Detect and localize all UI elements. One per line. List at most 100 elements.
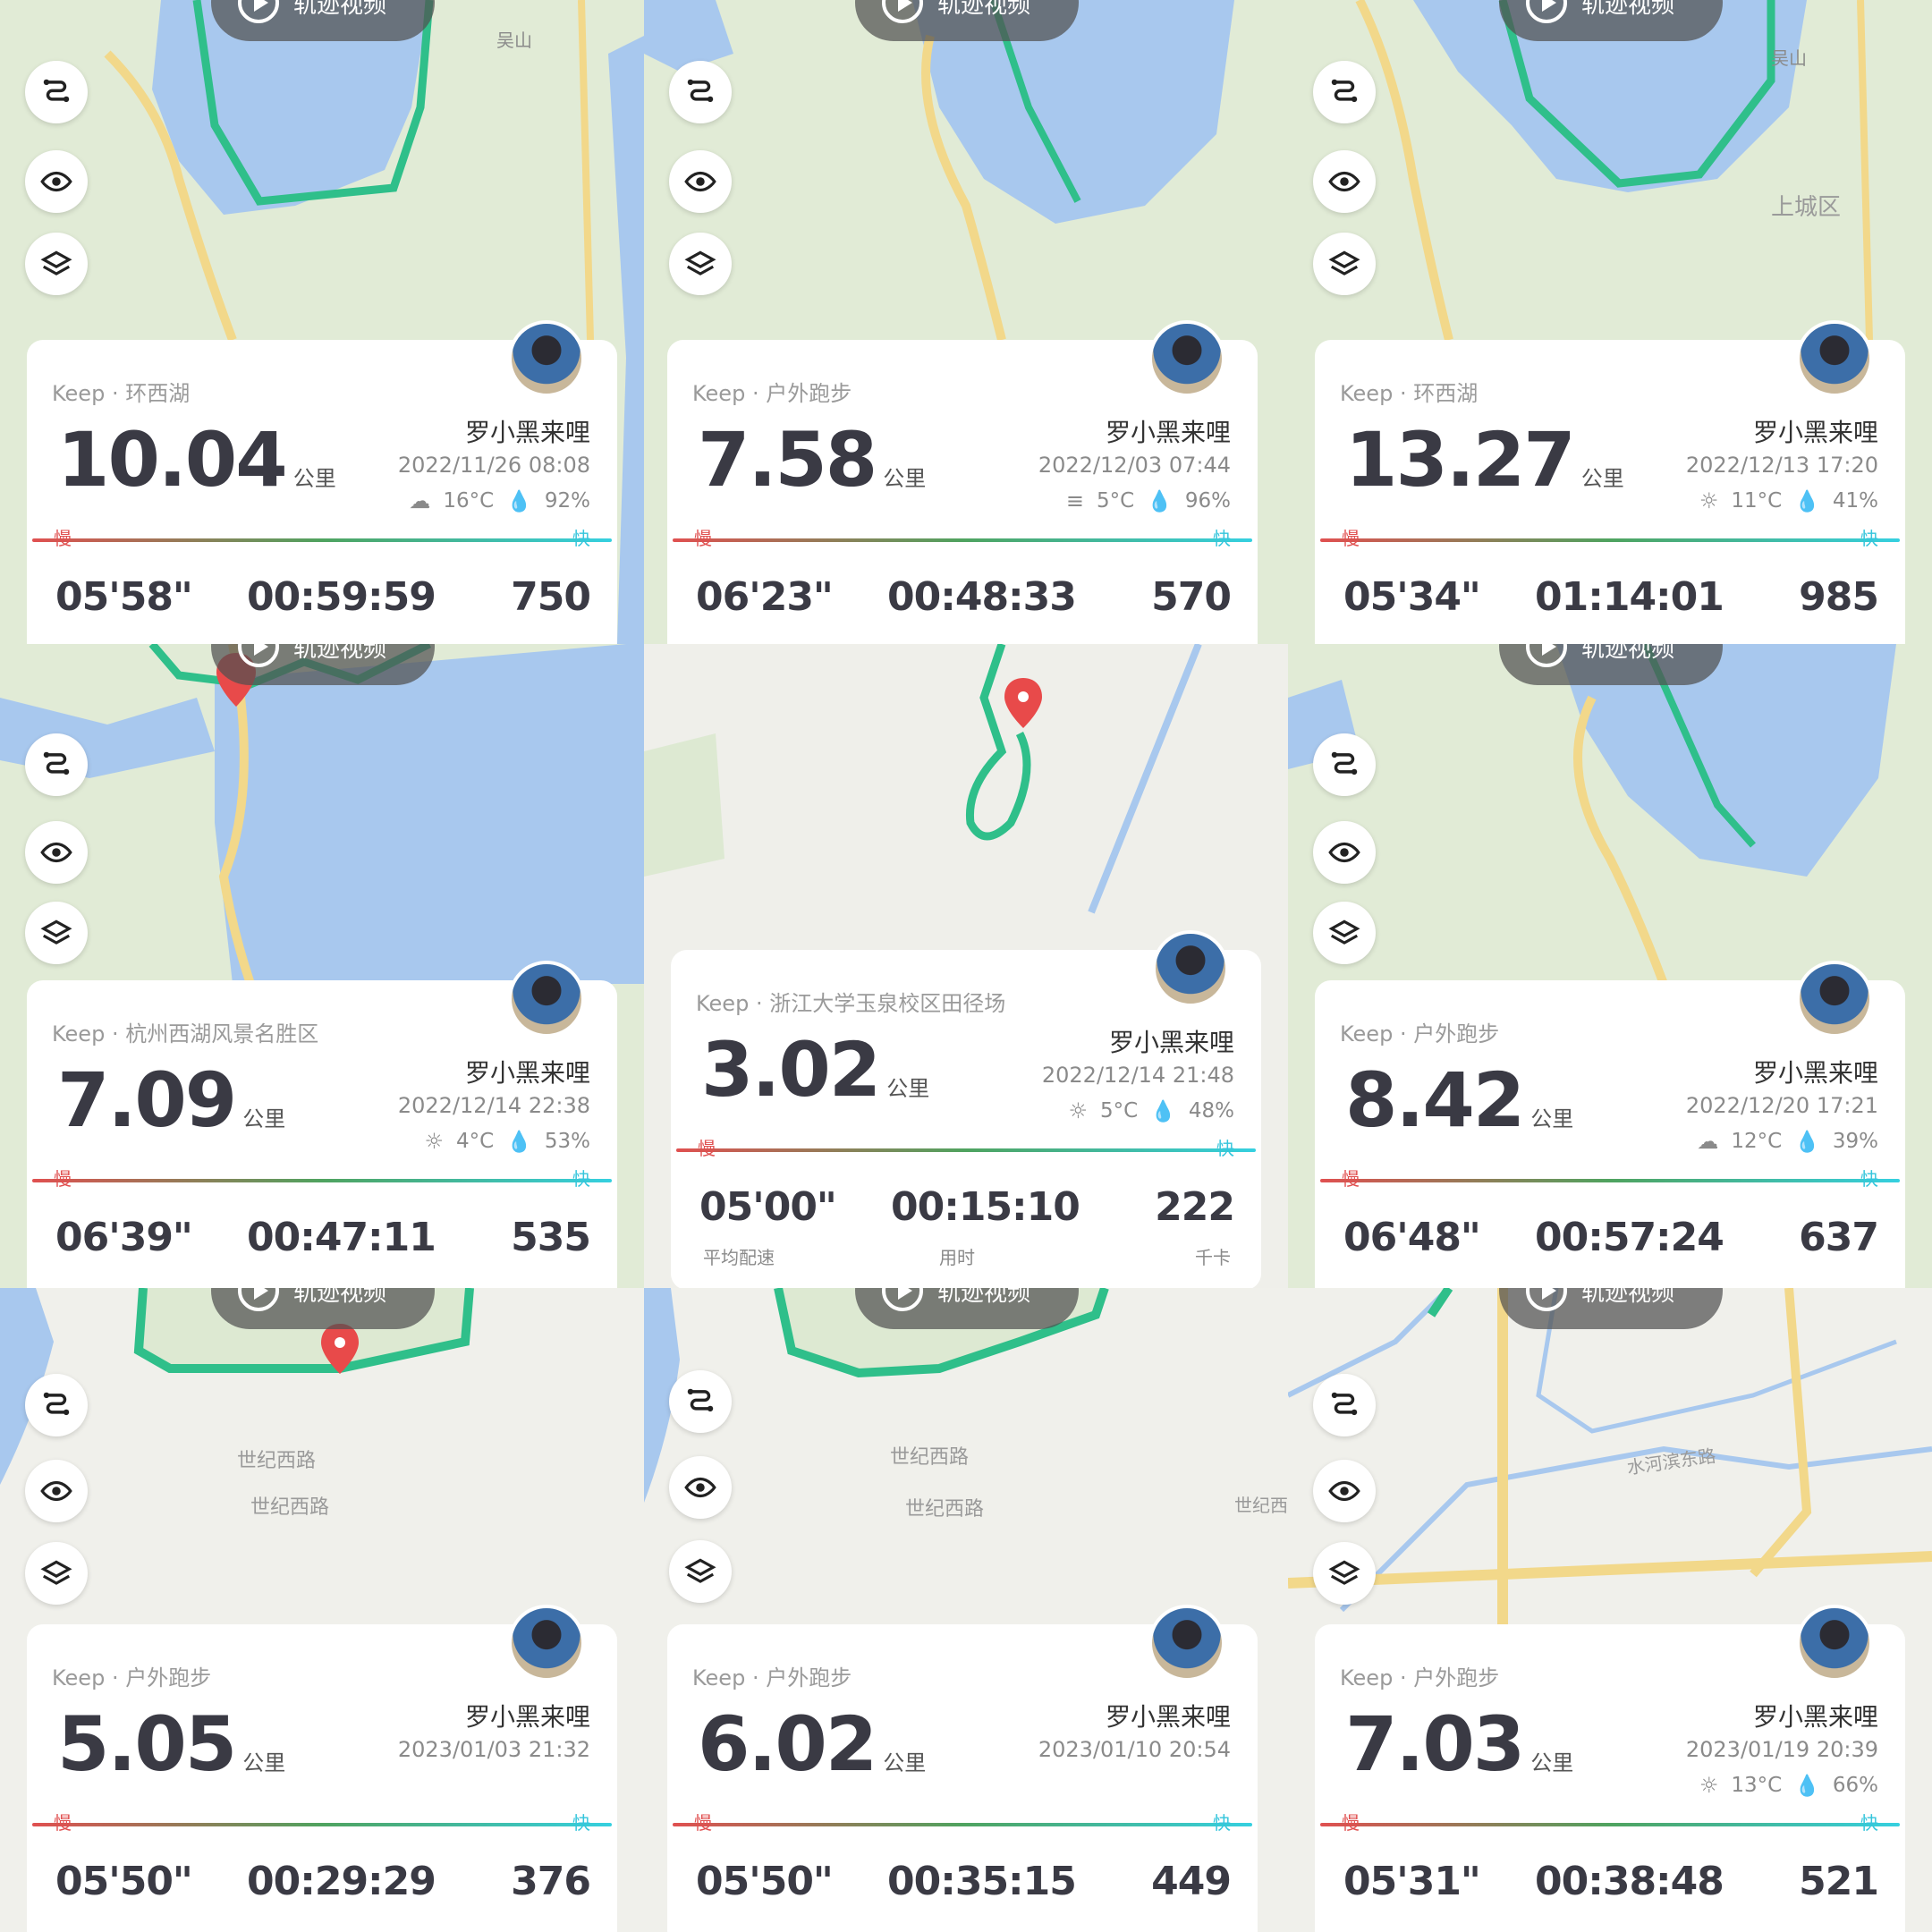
user-name: 罗小黑来哩 [1752, 1702, 1878, 1732]
replay-label: 轨迹视频 [293, 0, 387, 19]
weather-icon: ☼ [1699, 1773, 1719, 1798]
duration-value: 00:15:10 [891, 1184, 1080, 1230]
duration-value: 00:48:33 [887, 574, 1077, 620]
weather-info: ☼ 4°C 💧 53% [424, 1129, 590, 1154]
activity-card[interactable]: Keep · 户外跑步 8.42 公里 罗小黑来哩 2022/12/20 17:2… [1315, 961, 1905, 1288]
speed-scale: 慢快 [1320, 1168, 1900, 1190]
speed-scale: 慢快 [1320, 1812, 1900, 1834]
activity-card[interactable]: Keep · 户外跑步 7.03 公里 罗小黑来哩 2023/01/19 20:3… [1315, 1605, 1905, 1932]
humidity-icon: 💧 [506, 489, 532, 513]
screenshot-grid: 吴山 轨迹视频 Keep · 环西湖 10.04 公里 罗小黑来哩 2022/11… [0, 0, 1932, 1932]
user-name: 罗小黑来哩 [1105, 1702, 1231, 1732]
replay-video-button[interactable]: 轨迹视频 [1499, 644, 1723, 685]
layers-button[interactable] [25, 1542, 88, 1605]
layers-button[interactable] [669, 1540, 732, 1603]
map-label-wushan: 吴山 [496, 30, 532, 51]
activity-source: Keep · 户外跑步 [1340, 1665, 1500, 1690]
layers-button[interactable] [25, 902, 88, 964]
visibility-button[interactable] [1313, 821, 1376, 884]
replay-video-button[interactable]: 轨迹视频 [1499, 0, 1723, 41]
activity-tile-1: 吴山 轨迹视频 Keep · 环西湖 10.04 公里 罗小黑来哩 2022/11… [0, 0, 644, 644]
pace-label: 平均配速 [703, 1247, 775, 1268]
pace-value: 05'00" [699, 1184, 837, 1230]
pace-value: 06'48" [1343, 1215, 1481, 1260]
calories-value: 376 [511, 1859, 591, 1904]
activity-card[interactable]: Keep · 环西湖 13.27 公里 罗小黑来哩 2022/12/13 17:2… [1315, 320, 1905, 644]
weather-icon: ☁ [409, 488, 431, 513]
weather-info: ☼ 11°C 💧 41% [1699, 488, 1878, 513]
avatar[interactable] [1148, 320, 1225, 397]
visibility-button[interactable] [1313, 1460, 1376, 1522]
avatar[interactable] [1148, 1605, 1225, 1682]
eye-icon [684, 171, 716, 192]
visibility-button[interactable] [25, 821, 88, 884]
replay-video-button[interactable]: 轨迹视频 [211, 0, 435, 41]
replay-label: 轨迹视频 [1581, 0, 1675, 19]
weather-info: ☼ 13°C 💧 66% [1699, 1773, 1878, 1798]
distance-value: 6.02 公里 [698, 1700, 927, 1788]
layers-button[interactable] [1313, 1542, 1376, 1605]
user-name: 罗小黑来哩 [464, 418, 590, 447]
route-button[interactable] [1313, 1374, 1376, 1436]
activity-card[interactable]: Keep · 浙江大学玉泉校区田径场 3.02 公里 罗小黑来哩 2022/12/… [671, 930, 1261, 1288]
route-button[interactable] [669, 61, 732, 123]
map-label-wushan: 吴山 [1771, 47, 1807, 69]
avatar[interactable] [508, 961, 585, 1038]
duration-value: 00:47:11 [247, 1215, 436, 1260]
activity-card[interactable]: Keep · 户外跑步 5.05 公里 罗小黑来哩 2023/01/03 21:3… [27, 1605, 617, 1932]
weather-info: ☁ 16°C 💧 92% [409, 488, 590, 513]
activity-card[interactable]: Keep · 户外跑步 6.02 公里 罗小黑来哩 2023/01/10 20:5… [667, 1605, 1258, 1932]
replay-video-button[interactable]: 轨迹视频 [855, 1288, 1079, 1329]
visibility-button[interactable] [25, 1460, 88, 1522]
avatar[interactable] [1152, 930, 1229, 1007]
activity-card[interactable]: Keep · 杭州西湖风景名胜区 7.09 公里 罗小黑来哩 2022/12/14… [27, 961, 617, 1288]
avatar[interactable] [508, 320, 585, 397]
activity-source: Keep · 户外跑步 [692, 381, 852, 406]
route-button[interactable] [25, 733, 88, 796]
activity-tile-8: 世纪西路 世纪西路 世纪西 轨迹视频 Keep · 户外跑步 6.02 公里 罗小… [644, 1288, 1288, 1932]
route-button[interactable] [25, 61, 88, 123]
visibility-button[interactable] [25, 150, 88, 213]
avatar[interactable] [1796, 1605, 1873, 1682]
layers-button[interactable] [669, 233, 732, 295]
route-button[interactable] [669, 1370, 732, 1433]
map-label-shiji-2: 世纪西路 [250, 1496, 329, 1519]
eye-icon [684, 1477, 716, 1498]
route-icon [687, 79, 714, 103]
visibility-button[interactable] [669, 150, 732, 213]
activity-source: Keep · 环西湖 [52, 381, 191, 406]
route-button[interactable] [1313, 61, 1376, 123]
humidity-icon: 💧 [1147, 489, 1173, 513]
activity-date: 2022/12/03 07:44 [1038, 453, 1231, 478]
route-icon [687, 1388, 714, 1412]
activity-card[interactable]: Keep · 环西湖 10.04 公里 罗小黑来哩 2022/11/26 08:0… [27, 320, 617, 644]
calories-value: 521 [1799, 1859, 1879, 1904]
play-icon [238, 0, 279, 23]
speed-scale: 慢快 [673, 1812, 1252, 1834]
replay-video-button[interactable]: 轨迹视频 [855, 0, 1079, 41]
layers-button[interactable] [1313, 902, 1376, 964]
weather-info: ☁ 12°C 💧 39% [1697, 1129, 1878, 1154]
speed-scale: 慢快 [1320, 528, 1900, 549]
replay-video-button[interactable]: 轨迹视频 [1499, 1288, 1723, 1329]
route-button[interactable] [25, 1374, 88, 1436]
distance-value: 7.09 公里 [57, 1056, 286, 1144]
replay-video-button[interactable]: 轨迹视频 [211, 644, 435, 685]
route-icon [43, 79, 70, 103]
visibility-button[interactable] [1313, 150, 1376, 213]
replay-video-button[interactable]: 轨迹视频 [211, 1288, 435, 1329]
avatar[interactable] [1796, 320, 1873, 397]
avatar[interactable] [1796, 961, 1873, 1038]
activity-card[interactable]: Keep · 户外跑步 7.58 公里 罗小黑来哩 2022/12/03 07:4… [667, 320, 1258, 644]
activity-tile-9: 水河滨东路 轨迹视频 Keep · 户外跑步 7.03 公里 罗小黑来哩 2023… [1288, 1288, 1932, 1932]
route-button[interactable] [1313, 733, 1376, 796]
avatar[interactable] [508, 1605, 585, 1682]
replay-label: 轨迹视频 [293, 1288, 387, 1307]
layers-button[interactable] [25, 233, 88, 295]
replay-label: 轨迹视频 [937, 0, 1031, 19]
activity-date: 2022/12/14 22:38 [397, 1093, 590, 1118]
eye-icon [1328, 171, 1360, 192]
visibility-button[interactable] [669, 1456, 732, 1519]
layers-button[interactable] [1313, 233, 1376, 295]
activity-tile-3: 吴山 上城区 轨迹视频 Keep · 环西湖 13.27 公里 罗小黑来哩 202… [1288, 0, 1932, 644]
